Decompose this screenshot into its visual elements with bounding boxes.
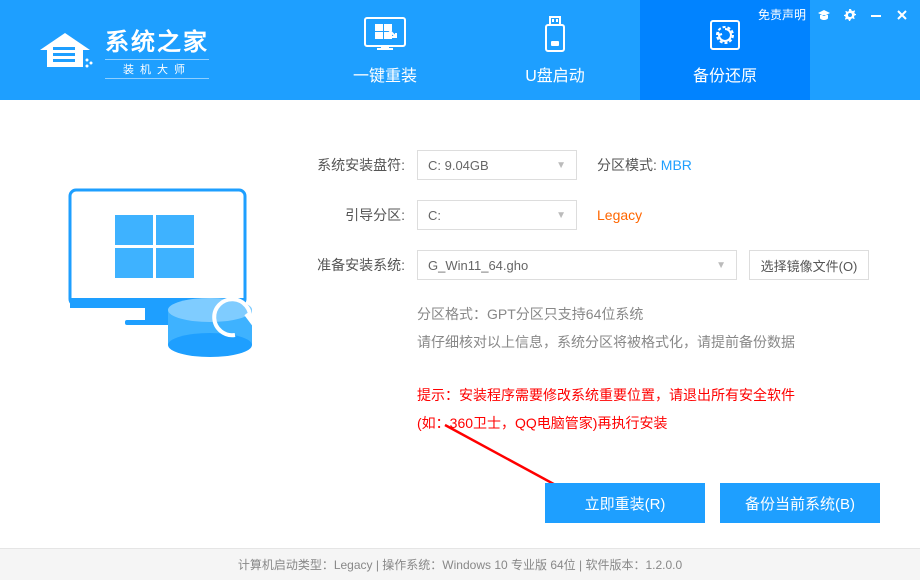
row-prepare-system: 准备安装系统: G_Win11_64.gho ▼ 选择镜像文件(O)	[310, 250, 880, 280]
info-line1: 分区格式：GPT分区只支持64位系统	[417, 300, 880, 328]
chevron-down-icon: ▼	[556, 210, 566, 221]
tab-label: U盘启动	[525, 62, 585, 86]
info-line2: 请仔细核对以上信息，系统分区将被格式化，请提前备份数据	[417, 328, 880, 356]
partition-mode: 分区模式: MBR	[597, 155, 692, 175]
warning-text: 提示：安装程序需要修改系统重要位置，请退出所有安全软件 (如：360卫士，QQ电…	[417, 381, 880, 437]
tab-reinstall[interactable]: 一键重装	[300, 0, 470, 100]
prepare-system-label: 准备安装系统:	[310, 255, 405, 275]
row-boot-partition: 引导分区: C: ▼ Legacy	[310, 200, 880, 230]
reinstall-button[interactable]: 立即重装(R)	[545, 483, 705, 523]
logo-area: 系统之家 装机大师	[0, 0, 300, 100]
minimize-icon[interactable]	[868, 7, 884, 23]
illustration	[40, 150, 290, 437]
logo-text: 系统之家 装机大师	[105, 22, 209, 79]
action-row: 立即重装(R) 备份当前系统(B)	[545, 483, 880, 523]
logo-icon	[35, 25, 95, 75]
boot-mode-value: Legacy	[597, 207, 642, 223]
chevron-down-icon: ▼	[556, 160, 566, 171]
tab-label: 一键重装	[353, 62, 417, 86]
info-text: 分区格式：GPT分区只支持64位系统 请仔细核对以上信息，系统分区将被格式化，请…	[417, 300, 880, 356]
install-drive-label: 系统安装盘符:	[310, 155, 405, 175]
content: 系统安装盘符: C: 9.04GB ▼ 分区模式: MBR 引导分区: C: ▼…	[0, 100, 920, 548]
install-drive-value: C: 9.04GB	[428, 158, 489, 173]
logo-subtitle: 装机大师	[105, 59, 209, 79]
reinstall-icon	[363, 14, 407, 56]
form-area: 系统安装盘符: C: 9.04GB ▼ 分区模式: MBR 引导分区: C: ▼…	[290, 150, 880, 437]
tab-usb-boot[interactable]: U盘启动	[470, 0, 640, 100]
close-icon[interactable]	[894, 7, 910, 23]
status-text: 计算机启动类型：Legacy | 操作系统：Windows 10 专业版 64位…	[238, 556, 682, 573]
usb-icon	[542, 14, 568, 56]
choose-image-button[interactable]: 选择镜像文件(O)	[749, 250, 869, 280]
prepare-system-select[interactable]: G_Win11_64.gho ▼	[417, 250, 737, 280]
header: 免责声明 系统之家 装机大师	[0, 0, 920, 100]
tab-label: 备份还原	[693, 62, 757, 86]
prepare-system-value: G_Win11_64.gho	[428, 258, 528, 273]
logo-title: 系统之家	[105, 22, 209, 57]
backup-icon	[705, 14, 745, 56]
boot-partition-label: 引导分区:	[310, 205, 405, 225]
boot-partition-select[interactable]: C: ▼	[417, 200, 577, 230]
backup-button[interactable]: 备份当前系统(B)	[720, 483, 880, 523]
partition-mode-label: 分区模式:	[597, 157, 657, 173]
titlebar-controls: 免责声明	[758, 6, 910, 23]
row-install-drive: 系统安装盘符: C: 9.04GB ▼ 分区模式: MBR	[310, 150, 880, 180]
settings-icon[interactable]	[842, 7, 858, 23]
hat-icon[interactable]	[816, 7, 832, 23]
statusbar: 计算机启动类型：Legacy | 操作系统：Windows 10 专业版 64位…	[0, 548, 920, 580]
warn-line1: 提示：安装程序需要修改系统重要位置，请退出所有安全软件	[417, 381, 880, 409]
warn-line2: (如：360卫士，QQ电脑管家)再执行安装	[417, 409, 880, 437]
install-drive-select[interactable]: C: 9.04GB ▼	[417, 150, 577, 180]
chevron-down-icon: ▼	[716, 260, 726, 271]
disclaimer-link[interactable]: 免责声明	[758, 6, 806, 23]
boot-partition-value: C:	[428, 208, 441, 223]
partition-mode-value: MBR	[661, 157, 692, 173]
